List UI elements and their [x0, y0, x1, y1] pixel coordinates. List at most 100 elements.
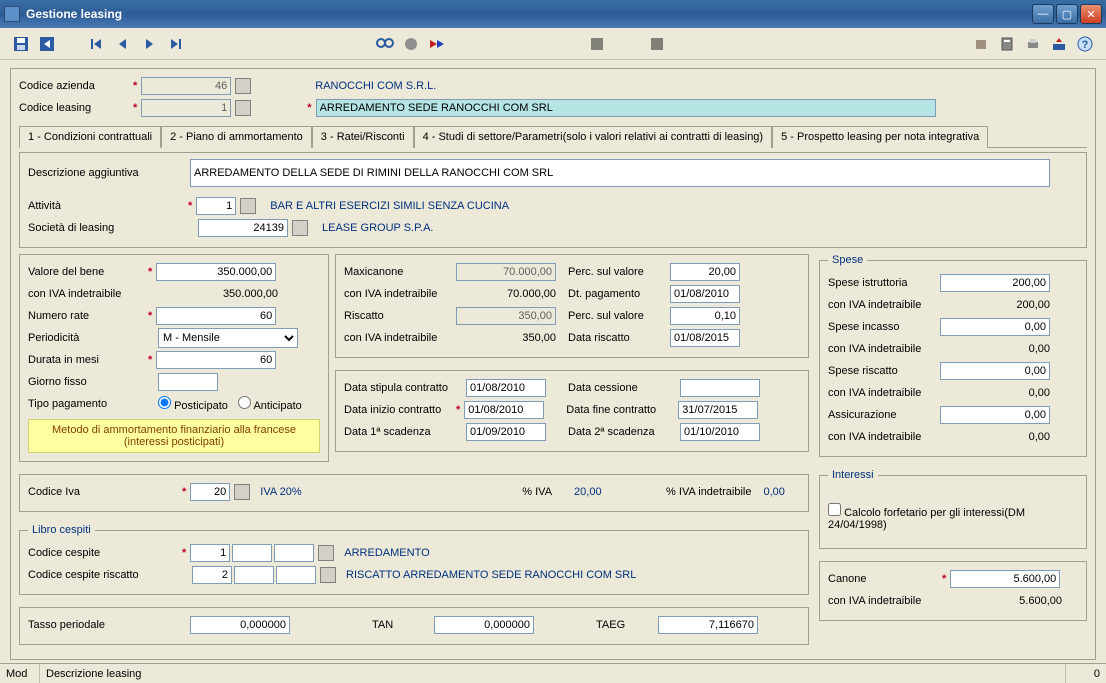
- durata-mesi-label: Durata in mesi: [28, 354, 144, 366]
- cespite-field1[interactable]: [190, 544, 230, 562]
- tab-ratei[interactable]: 3 - Ratei/Risconti: [312, 126, 414, 148]
- cespiti-legend: Libro cespiti: [28, 524, 95, 536]
- attivita-field[interactable]: [196, 197, 236, 215]
- societa-lookup[interactable]: [292, 220, 308, 236]
- giorno-fisso-field[interactable]: [158, 373, 218, 391]
- square2-icon[interactable]: [646, 33, 668, 55]
- last-record-icon[interactable]: [164, 33, 186, 55]
- cespite-field2[interactable]: [232, 544, 272, 562]
- canone-iva-value: 5.600,00: [952, 595, 1062, 607]
- perc-iva-ind-label: % IVA indetraibile: [666, 486, 751, 498]
- durata-mesi-field[interactable]: [156, 351, 276, 369]
- canone-field[interactable]: [950, 570, 1060, 588]
- tasso-periodale-field[interactable]: [190, 616, 290, 634]
- cespite-lookup[interactable]: [318, 545, 334, 561]
- attivita-lookup[interactable]: [240, 198, 256, 214]
- seconda-scad-field[interactable]: [680, 423, 760, 441]
- cespite-riscatto-lookup[interactable]: [320, 567, 336, 583]
- first-record-icon[interactable]: [86, 33, 108, 55]
- canone-iva-label: con IVA indetraibile: [828, 595, 950, 607]
- taeg-field[interactable]: [658, 616, 758, 634]
- search-icon[interactable]: [374, 33, 396, 55]
- stop-icon[interactable]: [400, 33, 422, 55]
- perc-valore2-label: Perc. sul valore: [568, 310, 668, 322]
- cessione-field[interactable]: [680, 379, 760, 397]
- codice-azienda-lookup[interactable]: [235, 78, 251, 94]
- export-icon[interactable]: [1048, 33, 1070, 55]
- prima-scad-field[interactable]: [466, 423, 546, 441]
- tipo-pagamento-label: Tipo pagamento: [28, 398, 156, 410]
- prev-record-icon[interactable]: [112, 33, 134, 55]
- close-button[interactable]: ✕: [1080, 4, 1102, 24]
- save-icon[interactable]: [10, 33, 32, 55]
- cespite-riscatto-field3[interactable]: [276, 566, 316, 584]
- tab-condizioni[interactable]: 1 - Condizioni contrattuali: [19, 126, 161, 148]
- perc-valore-field[interactable]: [670, 263, 740, 281]
- anticipato-radio[interactable]: Anticipato: [238, 396, 302, 412]
- fine-field[interactable]: [678, 401, 758, 419]
- data-riscatto-field[interactable]: [670, 329, 740, 347]
- interessi-panel: Interessi Calcolo forfetario per gli int…: [819, 469, 1087, 549]
- numero-rate-field[interactable]: [156, 307, 276, 325]
- inizio-field[interactable]: [464, 401, 544, 419]
- canoni-panel: Maxicanone Perc. sul valore con IVA inde…: [335, 254, 809, 358]
- codice-iva-field[interactable]: [190, 483, 230, 501]
- spese-istruttoria-field[interactable]: [940, 274, 1050, 292]
- cespite-field3[interactable]: [274, 544, 314, 562]
- societa-field[interactable]: [198, 219, 288, 237]
- maxicanone-field: [456, 263, 556, 281]
- back-icon[interactable]: [36, 33, 58, 55]
- valore-iva-label: con IVA indetraibile: [28, 288, 156, 300]
- perc-valore-label: Perc. sul valore: [568, 266, 668, 278]
- toolbar: ?: [0, 28, 1106, 60]
- interessi-legend: Interessi: [828, 469, 878, 481]
- fine-label: Data fine contratto: [566, 404, 676, 416]
- cespite-riscatto-label: Codice cespite riscatto: [28, 569, 190, 581]
- perc-iva-ind-value: 0,00: [763, 486, 784, 498]
- spese-incasso-field[interactable]: [940, 318, 1050, 336]
- seconda-scad-label: Data 2ª scadenza: [568, 426, 678, 438]
- maximize-button[interactable]: ▢: [1056, 4, 1078, 24]
- descrizione-aggiuntiva-field[interactable]: [190, 159, 1050, 187]
- attivita-label: Attività: [28, 200, 184, 212]
- calcolo-forfetario-checkbox[interactable]: Calcolo forfetario per gli interessi(DM …: [828, 503, 1078, 531]
- stipula-field[interactable]: [466, 379, 546, 397]
- print-icon[interactable]: [1022, 33, 1044, 55]
- cespite-riscatto-desc: RISCATTO ARREDAMENTO SEDE RANOCCHI COM S…: [346, 569, 636, 581]
- prima-scad-label: Data 1ª scadenza: [344, 426, 464, 438]
- codice-iva-lookup[interactable]: [234, 484, 250, 500]
- cespite-riscatto-field1[interactable]: [192, 566, 232, 584]
- calculator-icon[interactable]: [996, 33, 1018, 55]
- perc-valore2-field[interactable]: [670, 307, 740, 325]
- azienda-desc: RANOCCHI COM S.R.L.: [315, 80, 436, 92]
- tab-studi[interactable]: 4 - Studi di settore/Parametri(solo i va…: [414, 126, 773, 148]
- periodicita-select[interactable]: M - Mensile: [158, 328, 298, 348]
- tab-piano[interactable]: 2 - Piano di ammortamento: [161, 126, 312, 148]
- spese-incasso-iva-label: con IVA indetraibile: [828, 343, 938, 355]
- riscatto-field: [456, 307, 556, 325]
- codice-leasing-field: [141, 99, 231, 117]
- tool1-icon[interactable]: [970, 33, 992, 55]
- posticipato-radio[interactable]: Posticipato: [158, 396, 228, 412]
- app-icon: [4, 6, 20, 22]
- metodo-box: Metodo di ammortamento finanziario alla …: [28, 419, 320, 453]
- tan-field[interactable]: [434, 616, 534, 634]
- leasing-desc-field[interactable]: [316, 99, 936, 117]
- numero-rate-label: Numero rate: [28, 310, 144, 322]
- valore-bene-field[interactable]: [156, 263, 276, 281]
- spese-riscatto-field[interactable]: [940, 362, 1050, 380]
- next-record-icon[interactable]: [138, 33, 160, 55]
- spese-legend: Spese: [828, 254, 867, 266]
- assicurazione-field[interactable]: [940, 406, 1050, 424]
- canone-label: Canone: [828, 573, 938, 585]
- square1-icon[interactable]: [586, 33, 608, 55]
- flag-icon[interactable]: [426, 33, 448, 55]
- status-desc: Descrizione leasing: [40, 664, 1066, 683]
- codice-leasing-lookup[interactable]: [235, 100, 251, 116]
- dt-pagamento-field[interactable]: [670, 285, 740, 303]
- cespite-riscatto-field2[interactable]: [234, 566, 274, 584]
- tab-prospetto[interactable]: 5 - Prospetto leasing per nota integrati…: [772, 126, 988, 148]
- help-icon[interactable]: ?: [1074, 33, 1096, 55]
- valore-bene-label: Valore del bene: [28, 266, 144, 278]
- minimize-button[interactable]: —: [1032, 4, 1054, 24]
